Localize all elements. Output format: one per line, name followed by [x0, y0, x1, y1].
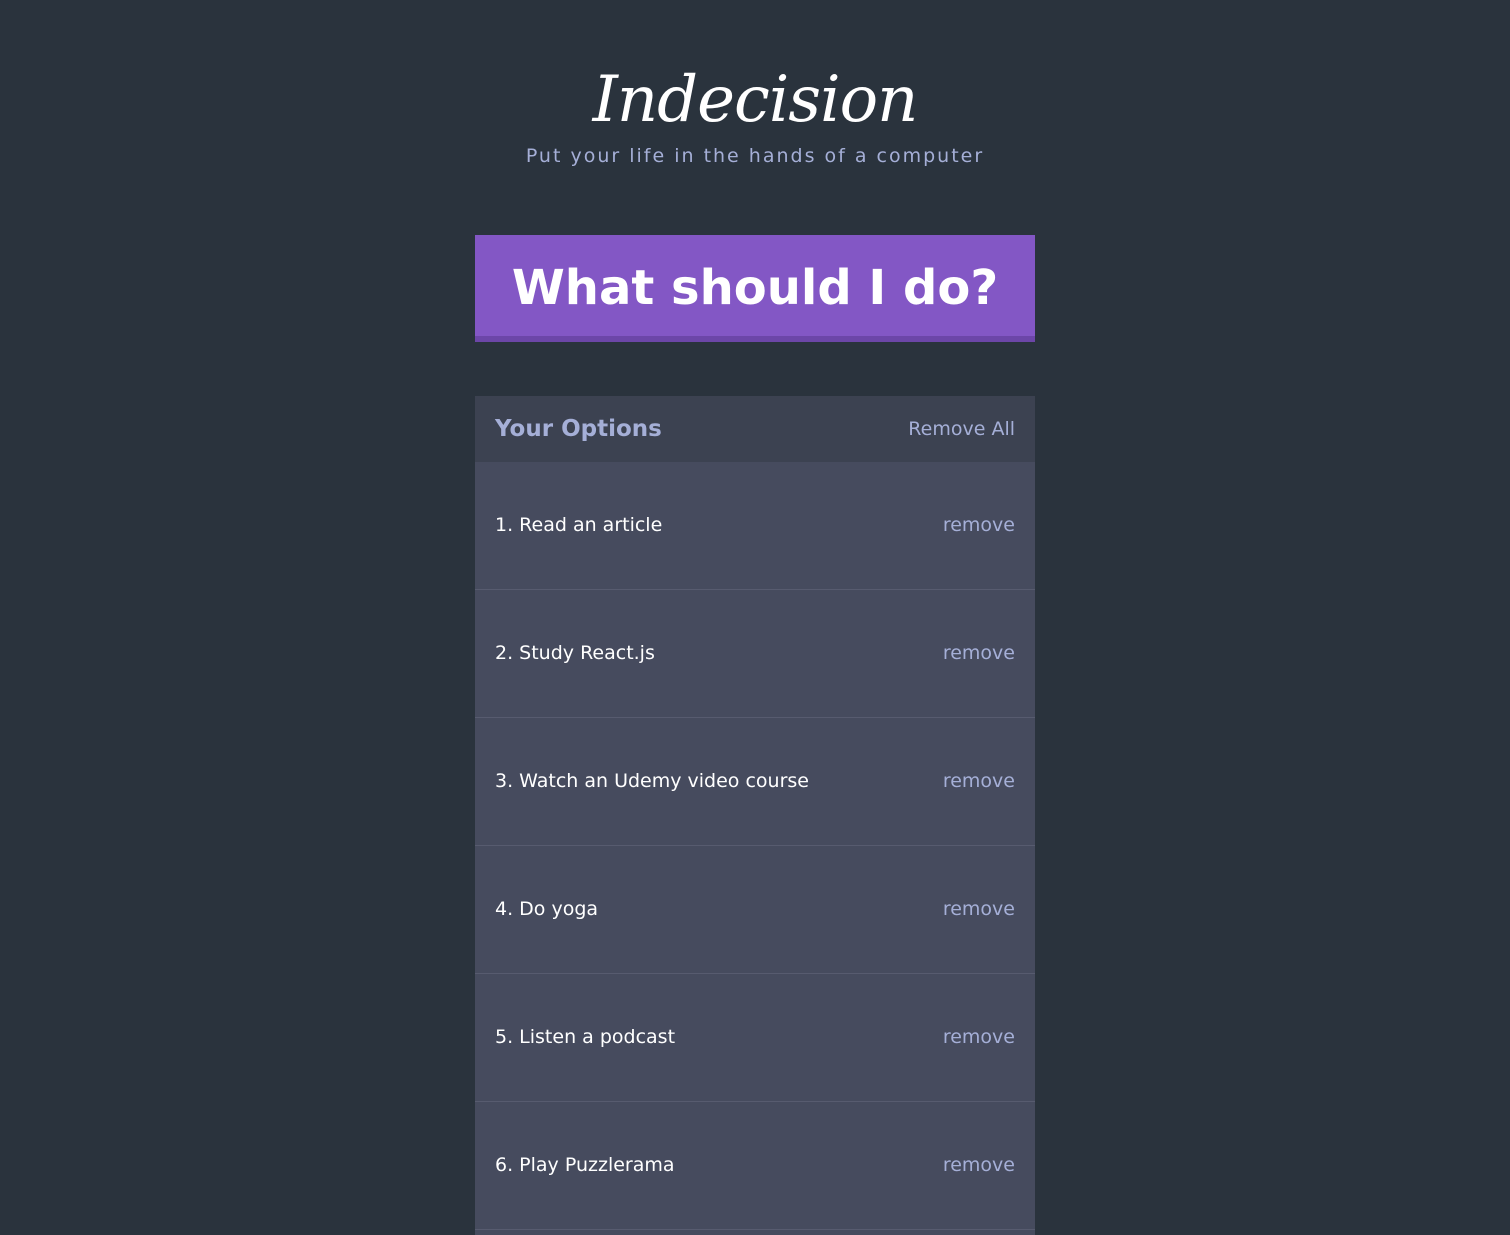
what-should-i-do-button[interactable]: What should I do? — [475, 235, 1035, 342]
option-remove-button[interactable]: remove — [943, 1024, 1015, 1050]
option-remove-button[interactable]: remove — [943, 640, 1015, 666]
option-text: 6. Play Puzzlerama — [495, 1154, 675, 1176]
option-text: 3. Watch an Udemy video course — [495, 770, 809, 792]
option-text: 2. Study React.js — [495, 642, 655, 664]
options-widget-header: Your Options Remove All — [475, 396, 1035, 462]
option-item: 6. Play Puzzlerama remove — [475, 1102, 1035, 1230]
app-header: Indecision Put your life in the hands of… — [0, 0, 1510, 200]
option-item: 5. Listen a podcast remove — [475, 974, 1035, 1102]
option-item: 3. Watch an Udemy video course remove — [475, 718, 1035, 846]
options-widget: Your Options Remove All 1. Read an artic… — [475, 396, 1035, 1235]
options-widget-title: Your Options — [495, 416, 662, 442]
option-item: 1. Read an article remove — [475, 462, 1035, 590]
app-title: Indecision — [592, 63, 919, 137]
option-item: 2. Study React.js remove — [475, 590, 1035, 718]
option-remove-button[interactable]: remove — [943, 512, 1015, 538]
option-text: 5. Listen a podcast — [495, 1026, 676, 1048]
option-item: 4. Do yoga remove — [475, 846, 1035, 974]
option-text: 1. Read an article — [495, 514, 663, 536]
app-subtitle: Put your life in the hands of a computer — [525, 145, 985, 167]
option-text: 4. Do yoga — [495, 898, 599, 920]
option-remove-button[interactable]: remove — [943, 896, 1015, 922]
option-remove-button[interactable]: remove — [943, 768, 1015, 794]
option-remove-button[interactable]: remove — [943, 1152, 1015, 1178]
remove-all-button[interactable]: Remove All — [908, 416, 1015, 442]
